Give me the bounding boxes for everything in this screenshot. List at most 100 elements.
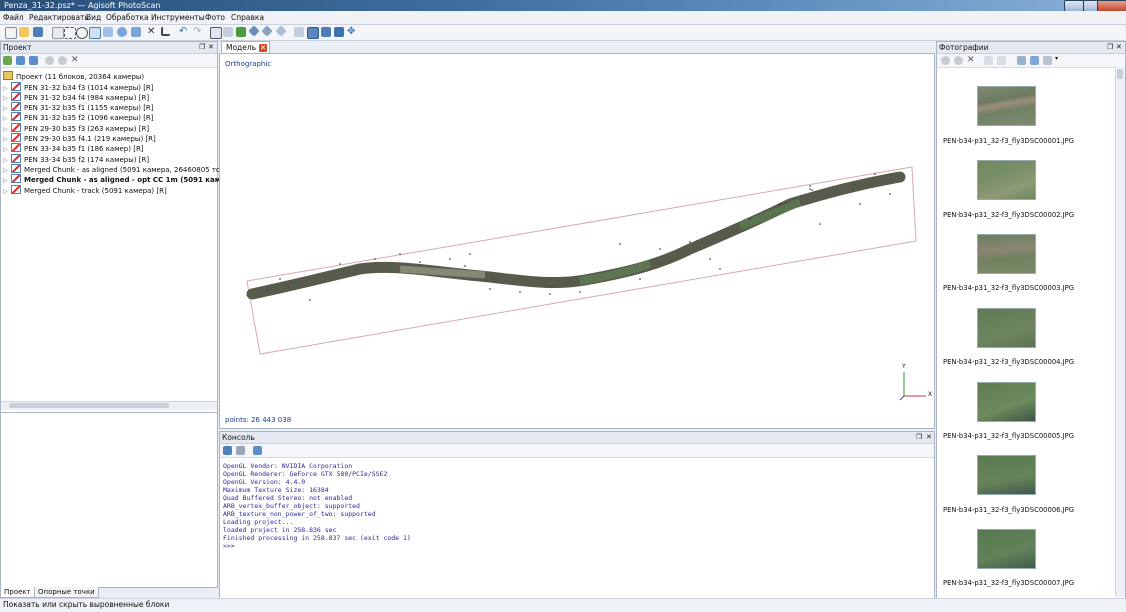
chunk-item[interactable]: ▷ PEN 31-32 b35 f2 (1096 камеры) [R]: [3, 112, 154, 122]
photo-label: PEN-b34-p31_32-f3_fly3DSC00007.JPG: [943, 579, 1074, 587]
menu-workflow[interactable]: Обработка: [106, 11, 149, 24]
save-log-icon[interactable]: [223, 446, 232, 455]
add-folder-icon[interactable]: [29, 56, 38, 65]
photo-thumbnail[interactable]: [977, 382, 1036, 422]
console-line: ARB_vertex_buffer_object: supported: [223, 502, 360, 510]
console-prompt[interactable]: >>>: [223, 542, 235, 550]
close-panel-icon[interactable]: ✕: [208, 43, 214, 51]
menu-file[interactable]: Файл: [3, 11, 24, 24]
undo-icon[interactable]: ↶: [179, 27, 189, 37]
view-mode-dropdown[interactable]: [1060, 56, 1069, 65]
select-icon[interactable]: [52, 27, 64, 39]
menu-tools[interactable]: Инструменты: [151, 11, 205, 24]
show-cameras-icon[interactable]: [294, 27, 304, 37]
navigation-icon[interactable]: [103, 27, 113, 37]
save-icon[interactable]: [33, 27, 43, 37]
float-panel-icon[interactable]: ❐: [1107, 43, 1113, 51]
add-chunk-icon[interactable]: [3, 56, 12, 65]
remove-item-icon[interactable]: ✕: [71, 56, 80, 65]
scrollbar-thumb[interactable]: [9, 403, 169, 408]
tab-model[interactable]: Модель ✕: [221, 41, 271, 53]
chevron-down-icon[interactable]: ▾: [1055, 55, 1058, 62]
menu-photo[interactable]: Фото: [205, 11, 225, 24]
shaded-icon[interactable]: [248, 25, 260, 37]
menu-view[interactable]: Вид: [86, 11, 101, 24]
view-mode-icon[interactable]: [1043, 56, 1052, 65]
reset-filter-icon[interactable]: [1030, 56, 1039, 65]
tab-ground-control[interactable]: Опорные точки: [34, 587, 99, 598]
filter-by-point-icon[interactable]: [1017, 56, 1026, 65]
chunk-item[interactable]: ▷ PEN 29-30 b35 f4.1 (219 камеры) [R]: [3, 133, 156, 143]
chunk-item[interactable]: ▷ PEN 31-32 b34 f3 (1014 камеры) [R]: [3, 82, 154, 92]
show-aligned-icon[interactable]: [334, 27, 344, 37]
scrollbar-thumb[interactable]: [1117, 69, 1123, 79]
reset-view-icon[interactable]: ✥: [347, 27, 357, 37]
menu-help[interactable]: Справка: [231, 11, 264, 24]
enable-camera-icon[interactable]: [941, 56, 950, 65]
disable-camera-icon[interactable]: [58, 56, 67, 65]
chunk-label: PEN 29-30 b35 f3 (263 камеры) [R]: [24, 125, 150, 133]
resize-icon[interactable]: [131, 27, 141, 37]
crop-icon[interactable]: [161, 27, 170, 36]
show-trackball-icon[interactable]: [321, 27, 331, 37]
chunk-label: PEN 31-32 b35 f1 (1155 камеры) [R]: [24, 104, 154, 112]
chunk-item[interactable]: ▷ PEN 31-32 b35 f1 (1155 камеры) [R]: [3, 102, 154, 112]
free-select-icon[interactable]: [89, 27, 101, 39]
menu-edit[interactable]: Редактировать: [29, 11, 89, 24]
project-root[interactable]: Проект (11 блоков, 20364 камеры): [3, 71, 144, 81]
close-panel-icon[interactable]: ✕: [926, 433, 932, 441]
float-panel-icon[interactable]: ❐: [916, 433, 922, 441]
show-region-icon[interactable]: [307, 27, 319, 39]
project-hscrollbar[interactable]: [1, 401, 217, 410]
tab-project[interactable]: Проект: [0, 587, 35, 598]
chunk-item[interactable]: ▷ PEN 31-32 b34 f4 (984 камеры) [R]: [3, 92, 149, 102]
close-tab-icon[interactable]: ✕: [259, 44, 268, 52]
dense-cloud-icon[interactable]: [223, 27, 233, 37]
photos-header: Фотографии ❐ ✕: [937, 42, 1125, 54]
disable-camera-icon[interactable]: [954, 56, 963, 65]
axis-x-label: X: [928, 391, 933, 398]
vegetation-patch: [738, 198, 802, 230]
close-panel-icon[interactable]: ✕: [1116, 43, 1122, 51]
rect-select-icon[interactable]: [64, 27, 76, 39]
clear-log-icon[interactable]: [236, 446, 245, 455]
chunk-item[interactable]: ▷ PEN 33-34 b35 f1 (186 камер) [R]: [3, 143, 144, 153]
photo-thumbnail[interactable]: [977, 455, 1036, 495]
photo-thumbnail[interactable]: [977, 529, 1036, 569]
chunk-label: Merged Chunk - track (5091 камера) [R]: [24, 187, 167, 195]
delete-icon[interactable]: ✕: [147, 27, 157, 37]
console-line: Maximum Texture Size: 16384: [223, 486, 329, 494]
rotate-icon[interactable]: [117, 27, 127, 37]
texture-icon[interactable]: [236, 27, 246, 37]
run-script-icon[interactable]: [253, 446, 262, 455]
align-selected-icon[interactable]: [997, 56, 1006, 65]
reset-alignment-icon[interactable]: [984, 56, 993, 65]
redo-icon[interactable]: ↷: [193, 27, 203, 37]
remove-camera-icon[interactable]: ✕: [967, 56, 976, 65]
chunk-item[interactable]: ▷ Merged Chunk - as aligned (5091 камера,…: [3, 164, 248, 174]
solid-icon[interactable]: [261, 25, 273, 37]
enable-camera-icon[interactable]: [45, 56, 54, 65]
open-icon[interactable]: [19, 27, 29, 37]
photo-thumbnail[interactable]: [977, 160, 1036, 200]
photo-thumbnail[interactable]: [977, 234, 1036, 274]
points-icon[interactable]: [210, 27, 222, 39]
add-photos-icon[interactable]: [16, 56, 25, 65]
chunk-item[interactable]: ▷ PEN 29-30 b35 f3 (263 камеры) [R]: [3, 123, 149, 133]
chunk-item[interactable]: ▷ Merged Chunk - track (5091 камера) [R]: [3, 185, 167, 195]
chunk-item[interactable]: ▷ PEN 33-34 b35 f2 (174 камеры) [R]: [3, 154, 149, 164]
project-root-label: Проект (11 блоков, 20364 камеры): [16, 73, 145, 81]
photo-thumbnail[interactable]: [977, 86, 1036, 126]
chunk-icon: [11, 164, 21, 173]
circle-select-icon[interactable]: [76, 27, 88, 39]
project-tree: Проект (11 блоков, 20364 камеры) ▷ PEN 31…: [1, 68, 260, 398]
photos-vscrollbar[interactable]: [1115, 67, 1125, 597]
expand-arrow-icon[interactable]: ▷: [3, 187, 11, 197]
chunk-icon: [11, 174, 21, 183]
photo-thumbnail[interactable]: [977, 308, 1036, 348]
model-viewport[interactable]: Orthographic Y X points: 26 443 038: [219, 53, 935, 429]
wireframe-icon[interactable]: [275, 25, 287, 37]
float-panel-icon[interactable]: ❐: [199, 43, 205, 51]
new-icon[interactable]: [5, 27, 17, 39]
console-toolbar: [220, 444, 934, 458]
